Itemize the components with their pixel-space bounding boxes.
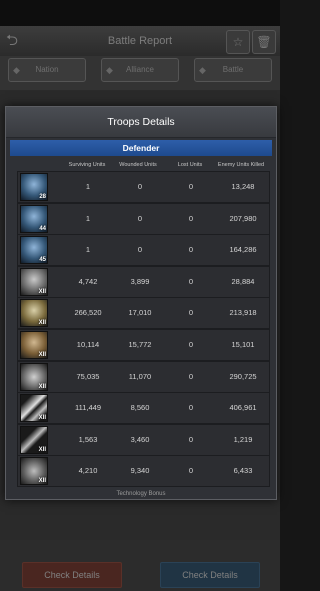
tank-unit-icon: XII: [20, 362, 48, 391]
table-row: 45 1 0 0 164,286: [17, 234, 270, 267]
enemy-units-killed-cell: 13,248: [231, 182, 255, 191]
surviving-units-cell: 75,035: [76, 371, 100, 381]
table-row: 44 1 0 0 207,980: [17, 202, 270, 235]
unit-level-badge: 45: [39, 257, 46, 264]
battle-tab-icon: ◆: [199, 65, 206, 75]
col-enemy-units-killed: Enemy Units Killed: [217, 162, 265, 168]
check-details-button-attacker[interactable]: Check Details: [22, 562, 122, 588]
lost-units-cell: 0: [188, 308, 194, 318]
hero-portrait-icon: 28: [20, 173, 48, 201]
surviving-units-cell: 111,449: [75, 403, 101, 413]
enemy-units-killed-cell: 207,980: [229, 213, 257, 223]
surviving-units-cell: 1: [85, 182, 91, 191]
lost-units-cell: 0: [188, 245, 194, 255]
unit-level-badge: 28: [39, 194, 46, 200]
guardian-unit-icon: XII: [20, 299, 48, 328]
table-row: XII 4,742 3,899 0 28,884: [17, 265, 270, 298]
surviving-units-cell: 266,520: [74, 308, 102, 318]
missile-unit-icon: XII: [20, 394, 48, 423]
alliance-tab-icon: ◆: [106, 65, 113, 75]
table-row: XII 75,035 11,070 0 290,725: [17, 360, 270, 393]
enemy-units-killed-cell: 6,433: [233, 466, 253, 476]
enemy-units-killed-cell: 164,286: [229, 245, 257, 255]
enemy-units-killed-cell: 1,219: [233, 434, 253, 444]
tab-nation-label: Nation: [35, 65, 59, 74]
table-row: XII 1,563 3,460 0 1,219: [17, 423, 270, 456]
tab-alliance[interactable]: ◆ Alliance: [101, 58, 179, 82]
mech-unit-icon: XII: [20, 331, 48, 359]
unit-level-badge: XII: [38, 478, 46, 485]
lost-units-cell: 0: [188, 182, 194, 191]
technology-bonus-label: Technology Bonus: [116, 491, 166, 497]
table-row: XII 266,520 17,010 0 213,918: [17, 297, 270, 330]
surviving-units-cell: 1: [85, 213, 91, 223]
lost-units-cell: 0: [188, 466, 194, 476]
enemy-units-killed-cell: 290,725: [229, 371, 257, 381]
surviving-units-cell: 10,114: [76, 340, 100, 349]
lost-units-cell: 0: [188, 371, 194, 381]
enemy-units-killed-cell: 213,918: [229, 308, 257, 318]
surviving-units-cell: 1: [85, 245, 91, 255]
troops-details-modal: Troops Details Defender Surviving Units …: [5, 106, 277, 500]
lost-units-cell: 0: [188, 213, 194, 223]
defender-header: Defender: [10, 140, 272, 156]
status-bar: [0, 0, 280, 26]
back-arrow-icon[interactable]: ⮌: [6, 32, 32, 50]
surviving-units-cell: 4,742: [78, 276, 98, 286]
tab-battle-label: Battle: [222, 65, 244, 74]
tab-alliance-label: Alliance: [125, 65, 154, 74]
battle-report-title: Battle Report: [107, 35, 173, 47]
surviving-units-cell: 1,563: [78, 434, 98, 444]
lost-units-cell: 0: [188, 434, 194, 444]
enemy-units-killed-cell: 28,884: [231, 276, 255, 286]
col-wounded-units: Wounded Units: [119, 162, 157, 168]
table-row: XII 111,449 8,560 0 406,961: [17, 392, 270, 425]
modal-title: Troops Details: [6, 107, 276, 138]
hero-portrait-icon: 44: [20, 204, 48, 233]
lost-units-cell: 0: [188, 340, 194, 349]
sniper-rifle-icon: XII: [20, 425, 48, 454]
unit-level-badge: 44: [39, 225, 46, 232]
infantry-unit-icon: XII: [20, 267, 48, 296]
unit-level-badge: XII: [38, 320, 46, 327]
unit-level-badge: XII: [38, 446, 46, 453]
unit-level-badge: XII: [38, 288, 46, 295]
table-row: XII 10,114 15,772 0 15,101: [17, 329, 270, 361]
trash-icon[interactable]: 🗑: [252, 30, 276, 54]
unit-level-badge: XII: [38, 352, 46, 358]
lost-units-cell: 0: [188, 276, 194, 286]
unit-level-badge: XII: [38, 383, 46, 390]
enemy-units-killed-cell: 406,961: [229, 403, 257, 413]
tab-battle[interactable]: ◆ Battle: [194, 58, 272, 82]
surviving-units-cell: 4,210: [78, 466, 98, 476]
hero-portrait-icon: 45: [20, 236, 48, 265]
table-row: 28 1 0 0 13,248: [17, 171, 270, 203]
tab-nation[interactable]: ◆ Nation: [8, 58, 86, 82]
table-row: XII 4,210 9,340 0 6,433: [17, 455, 270, 488]
enemy-units-killed-cell: 15,101: [231, 340, 255, 349]
nation-tab-icon: ◆: [13, 65, 20, 75]
lost-units-cell: 0: [188, 403, 194, 413]
check-details-button-defender[interactable]: Check Details: [160, 562, 260, 588]
star-add-icon[interactable]: ☆: [226, 30, 250, 54]
artillery-unit-icon: XII: [20, 457, 48, 486]
unit-level-badge: XII: [38, 415, 46, 422]
